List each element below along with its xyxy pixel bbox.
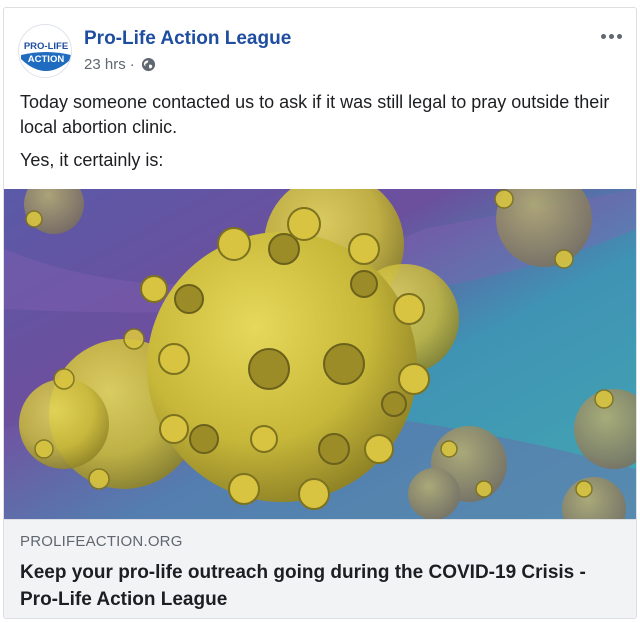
post-header: PRO-LIFE ACTION Pro-Life Action League 2…: [18, 22, 626, 82]
post-text: Today someone contacted us to ask if it …: [20, 90, 620, 181]
more-dot: [600, 33, 606, 39]
post-timestamp[interactable]: 23 hrs: [84, 56, 126, 73]
link-title[interactable]: Keep your pro-life outreach going during…: [20, 559, 610, 613]
post-paragraph: Yes, it certainly is:: [20, 150, 164, 170]
meta-separator: ·: [129, 56, 135, 73]
more-dot: [608, 33, 614, 39]
page-name-link[interactable]: Pro-Life Action League: [84, 28, 291, 50]
avatar-text-top: PRO-LIFE: [24, 41, 68, 52]
page-avatar[interactable]: PRO-LIFE ACTION: [18, 24, 72, 78]
post-card: PRO-LIFE ACTION Pro-Life Action League 2…: [3, 7, 637, 619]
post-image[interactable]: [4, 189, 636, 519]
more-dot: [616, 33, 622, 39]
avatar-text-bottom: ACTION: [28, 54, 65, 65]
post-paragraph: Today someone contacted us to ask if it …: [20, 92, 610, 137]
link-preview[interactable]: PROLIFEACTION.ORG Keep your pro-life out…: [4, 519, 636, 618]
link-domain: PROLIFEACTION.ORG: [20, 533, 183, 550]
post-meta: 23 hrs ·: [84, 56, 156, 73]
globe-icon[interactable]: [141, 57, 156, 72]
more-options-icon[interactable]: [596, 26, 626, 46]
